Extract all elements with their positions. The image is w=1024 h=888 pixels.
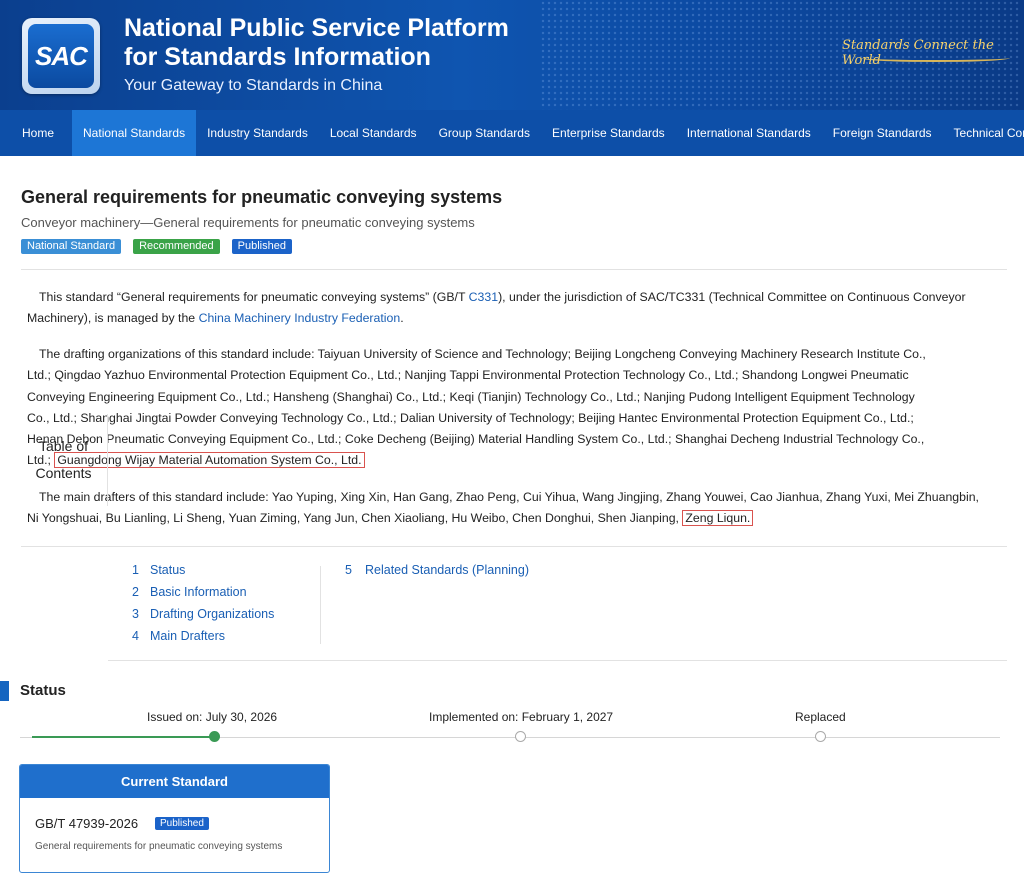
timeline-implemented-label: Implemented on: February 1, 2027 xyxy=(429,710,614,724)
timeline-implemented-dot xyxy=(515,731,526,742)
current-standard-header: Current Standard xyxy=(20,765,329,798)
standard-description: General requirements for pneumatic conve… xyxy=(35,841,283,852)
toc-item-status[interactable]: 1 Status xyxy=(132,559,274,581)
drafters-text: The main drafters of this standard inclu… xyxy=(27,490,979,526)
drafting-orgs-paragraph: The drafting organizations of this stand… xyxy=(27,344,927,472)
highlighted-drafter: Zeng Liqun. xyxy=(682,510,754,527)
nav-foreign-standards[interactable]: Foreign Standards xyxy=(822,110,943,156)
toc-item-main-drafters[interactable]: 4 Main Drafters xyxy=(132,625,274,647)
slogan-swoosh-decoration xyxy=(860,54,1010,62)
toc-item-drafting-organizations[interactable]: 3 Drafting Organizations xyxy=(132,603,274,625)
toc-item-number: 3 xyxy=(132,607,139,621)
nav-enterprise-standards[interactable]: Enterprise Standards xyxy=(541,110,676,156)
toc-item-number: 5 xyxy=(345,563,352,577)
header-divider xyxy=(21,269,1007,270)
timeline-progress xyxy=(32,736,215,738)
toc-item-label: Drafting Organizations xyxy=(150,607,275,621)
site-tagline: Your Gateway to Standards in China xyxy=(124,77,383,94)
toc-divider xyxy=(21,546,1007,547)
status-heading: Status xyxy=(20,682,66,699)
nav-group-standards[interactable]: Group Standards xyxy=(428,110,541,156)
toc-label-line2: Contents xyxy=(35,465,92,481)
toc-item-label: Basic Information xyxy=(150,585,247,599)
timeline-issued-dot xyxy=(209,731,220,742)
standard-tags: National Standard Recommended Published xyxy=(21,239,304,254)
timeline-replaced-label: Replaced xyxy=(795,710,846,724)
page-subtitle: Conveyor machinery—General requirements … xyxy=(21,215,475,230)
site-title-line1: National Public Service Platform xyxy=(124,14,509,42)
current-standard-card[interactable]: Current Standard GB/T 47939-2026 Publish… xyxy=(19,764,330,873)
nav-industry-standards[interactable]: Industry Standards xyxy=(196,110,319,156)
toc-label: Table of Contents xyxy=(20,414,108,506)
nav-international-standards[interactable]: International Standards xyxy=(676,110,822,156)
site-title-line2: for Standards Information xyxy=(124,43,431,71)
site-slogan: Standards Connect the World xyxy=(842,38,994,68)
federation-link[interactable]: China Machinery Industry Federation xyxy=(199,311,401,325)
toc-item-number: 2 xyxy=(132,585,139,599)
sac-logo[interactable]: SAC xyxy=(22,18,100,94)
sac-logo-text: SAC xyxy=(28,24,94,88)
toc-item-label: Main Drafters xyxy=(150,629,226,643)
jurisdiction-paragraph: This standard “General requirements for … xyxy=(27,287,1007,330)
timeline-replaced-dot xyxy=(815,731,826,742)
nav-national-standards[interactable]: National Standards xyxy=(72,110,197,156)
committee-code-link[interactable]: C331 xyxy=(469,290,498,304)
page-title: General requirements for pneumatic conve… xyxy=(21,187,503,207)
drafters-paragraph: The main drafters of this standard inclu… xyxy=(27,487,987,530)
tag-national-standard: National Standard xyxy=(21,239,122,254)
jurisdiction-text-c: . xyxy=(400,311,404,326)
timeline-issued-label: Issued on: July 30, 2026 xyxy=(147,710,278,724)
nav-local-standards[interactable]: Local Standards xyxy=(319,110,428,156)
main-nav: Home National Standards Industry Standar… xyxy=(0,110,1024,156)
tag-recommended: Recommended xyxy=(133,239,220,254)
drafting-orgs-text: The drafting organizations of this stand… xyxy=(27,347,926,468)
site-title: National Public Service Platform for Sta… xyxy=(124,14,509,72)
jurisdiction-text-a: This standard “General requirements for … xyxy=(39,290,469,304)
toc-item-label: Related Standards (Planning) xyxy=(365,563,529,577)
toc-column-1: 1 Status 2 Basic Information 3 Drafting Org… xyxy=(132,559,274,647)
nav-technical-committees[interactable]: Technical Committees xyxy=(943,110,1024,156)
tag-published: Published xyxy=(231,239,292,254)
toc-column-2: 5 Related Standards (Planning) xyxy=(345,559,529,581)
toc-separator xyxy=(320,566,321,644)
standard-status-badge: Published xyxy=(155,817,209,830)
nav-home[interactable]: Home xyxy=(0,110,72,156)
site-header: SAC National Public Service Platform for… xyxy=(0,0,1024,110)
toc-item-number: 1 xyxy=(132,563,139,577)
toc-item-number: 4 xyxy=(132,629,139,643)
standard-number: GB/T 47939-2026 xyxy=(35,816,139,831)
toc-label-line1: Table of xyxy=(38,438,89,454)
status-accent-bar xyxy=(0,681,9,701)
toc-bottom-divider xyxy=(108,660,1007,661)
toc-item-related-standards[interactable]: 5 Related Standards (Planning) xyxy=(345,559,529,581)
toc-item-label: Status xyxy=(150,563,186,577)
toc-item-basic-information[interactable]: 2 Basic Information xyxy=(132,581,274,603)
